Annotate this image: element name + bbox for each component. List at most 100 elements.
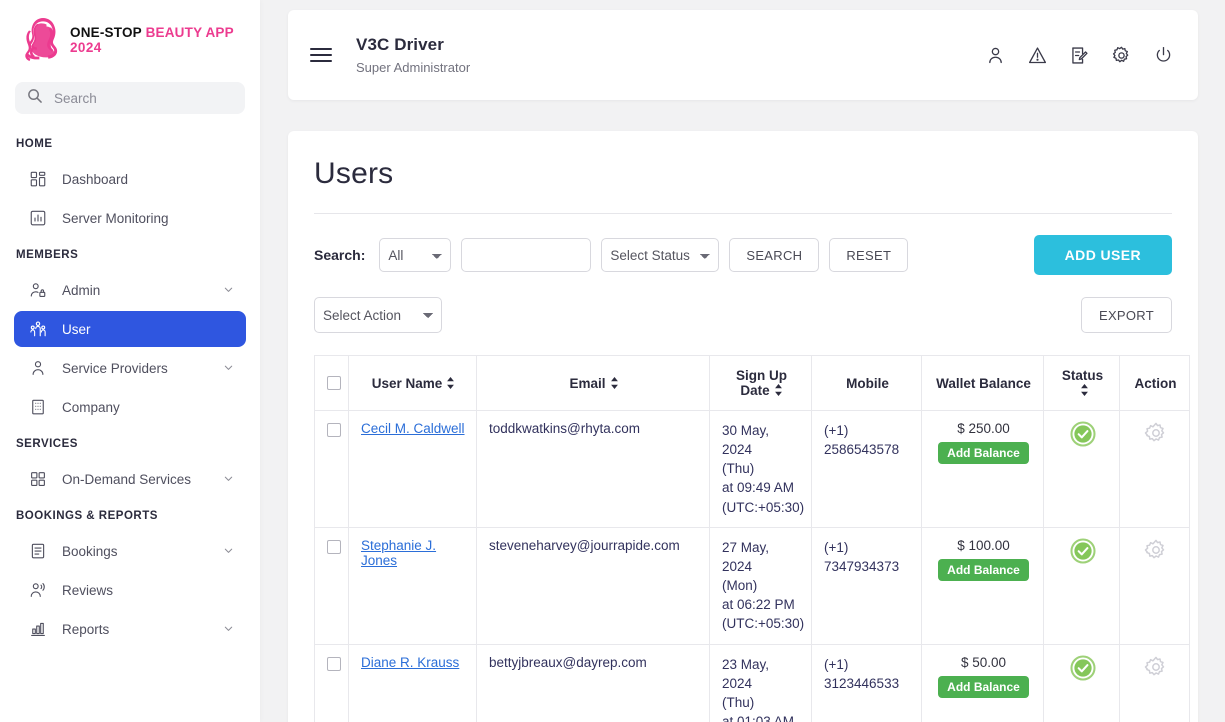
chevron-down-icon[interactable] xyxy=(223,283,234,298)
chevron-down-icon[interactable] xyxy=(223,361,234,376)
mobile-cell: (+1) 3123446533 xyxy=(811,643,922,722)
chevron-down-icon[interactable] xyxy=(223,544,234,559)
sidebar-section-home: HOME xyxy=(16,138,53,150)
profile-icon[interactable] xyxy=(985,45,1006,66)
add-balance-button[interactable]: Add Balance xyxy=(938,558,1029,581)
sidebar-item-company[interactable]: Company xyxy=(14,389,246,425)
signup-date-cell: 27 May, 2024 (Mon) at 06:22 PM (UTC:+05:30) xyxy=(709,526,812,645)
sort-toggle-icon[interactable] xyxy=(1076,383,1089,398)
warning-triangle-icon[interactable] xyxy=(1027,45,1048,66)
search-keyword-input[interactable] xyxy=(461,238,592,272)
sidebar-item-label: Dashboard xyxy=(62,171,129,187)
gear-icon[interactable] xyxy=(1144,421,1168,448)
users-table: User Name Email Sign Up Date Mobile Wallet B… xyxy=(314,355,1190,722)
table-row: Stephanie J. Jones steveneharvey@jourrapi… xyxy=(314,526,1190,645)
add-balance-button[interactable]: Add Balance xyxy=(938,442,1029,464)
edit-document-icon[interactable] xyxy=(1069,45,1090,66)
sidebar-item-label: On-Demand Services xyxy=(62,471,192,487)
app-logo[interactable]: ONE-STOP BEAUTY APP 2024 xyxy=(0,0,260,74)
logo-wordmark: ONE-STOP BEAUTY APP 2024 xyxy=(70,22,234,56)
gear-icon[interactable] xyxy=(1144,655,1168,682)
signup-date-cell: 30 May, 2024 (Thu) at 09:49 AM (UTC:+05:30) xyxy=(709,410,812,528)
column-header-email[interactable]: Email xyxy=(476,355,710,411)
search-type-select[interactable]: All xyxy=(379,238,452,272)
status-select[interactable]: Select Status xyxy=(601,238,720,272)
row-checkbox[interactable] xyxy=(327,656,341,671)
reset-button[interactable]: RESET xyxy=(829,238,909,272)
user-name-link[interactable]: Stephanie J. Jones xyxy=(361,538,436,568)
sidebar-item-label: Company xyxy=(62,399,120,415)
power-icon[interactable] xyxy=(1153,45,1174,66)
app-root: ONE-STOP BEAUTY APP 2024 HOME Dashboard Se… xyxy=(0,0,1225,722)
sidebar-item-label: Reports xyxy=(62,621,110,637)
user-name-link[interactable]: Diane R. Krauss xyxy=(361,655,459,670)
sidebar-item-admin[interactable]: Admin xyxy=(14,272,246,308)
hamburger-icon[interactable] xyxy=(310,44,332,66)
sidebar-item-label: User xyxy=(62,321,91,337)
person-speech-icon xyxy=(28,581,48,599)
sort-toggle-icon[interactable] xyxy=(606,376,619,391)
sidebar-item-user[interactable]: User xyxy=(14,311,246,347)
action-cell xyxy=(1119,643,1190,722)
signup-date-line: at 01:03 AM xyxy=(722,714,795,722)
sidebar-item-server-monitoring[interactable]: Server Monitoring xyxy=(14,200,246,236)
status-cell xyxy=(1043,410,1120,528)
apps-grid-icon xyxy=(28,470,48,488)
logo-year-text: 2024 xyxy=(70,40,102,56)
user-lock-icon xyxy=(28,281,48,299)
check-circle-icon[interactable] xyxy=(1069,538,1096,567)
topbar-titles: V3C Driver Super Administrator xyxy=(356,35,985,75)
gear-icon[interactable] xyxy=(1111,45,1132,66)
column-header-user-name[interactable]: User Name xyxy=(348,355,477,411)
users-card: Users Search: All Select Status SEARCH R… xyxy=(288,131,1198,722)
sidebar-item-reviews[interactable]: Reviews xyxy=(14,572,246,608)
chevron-down-icon[interactable] xyxy=(223,472,234,487)
column-header-label: Action xyxy=(1134,375,1177,391)
signup-date-line: 30 May, 2024 xyxy=(722,423,770,458)
row-select-cell xyxy=(314,643,349,722)
bar-chart-icon xyxy=(28,620,48,638)
wallet-balance-cell: $ 250.00 Add Balance xyxy=(921,410,1044,528)
column-header-status[interactable]: Status xyxy=(1043,355,1120,411)
sidebar-item-service-providers[interactable]: Service Providers xyxy=(14,350,246,386)
mobile-cell: (+1) 7347934373 xyxy=(811,526,922,645)
signup-date-line: 27 May, 2024 xyxy=(722,539,770,574)
user-name-link[interactable]: Cecil M. Caldwell xyxy=(361,421,465,436)
sidebar-item-reports[interactable]: Reports xyxy=(14,611,246,647)
row-checkbox[interactable] xyxy=(327,539,341,554)
check-circle-icon[interactable] xyxy=(1069,421,1096,450)
add-balance-button[interactable]: Add Balance xyxy=(938,675,1029,698)
list-document-icon xyxy=(28,542,48,560)
bar-chart-box-icon xyxy=(28,209,48,227)
column-header-signup-date[interactable]: Sign Up Date xyxy=(709,355,812,411)
sidebar-item-bookings[interactable]: Bookings xyxy=(14,533,246,569)
signup-date-line: (Thu) xyxy=(722,694,755,710)
wallet-amount: $ 250.00 xyxy=(957,421,1010,436)
column-header-label: User Name xyxy=(371,375,443,391)
column-header-label: Status xyxy=(1061,368,1104,383)
gear-icon[interactable] xyxy=(1144,538,1168,565)
email-cell: toddkwatkins@rhyta.com xyxy=(476,410,710,528)
person-icon xyxy=(28,359,48,377)
topbar: V3C Driver Super Administrator xyxy=(288,10,1198,100)
check-circle-icon[interactable] xyxy=(1069,655,1096,684)
export-button[interactable]: EXPORT xyxy=(1080,297,1172,333)
sidebar-item-on-demand-services[interactable]: On-Demand Services xyxy=(14,461,246,497)
table-header-row: User Name Email Sign Up Date Mobile Wallet B… xyxy=(314,355,1190,411)
select-all-checkbox[interactable] xyxy=(327,375,341,390)
add-user-button[interactable]: ADD USER xyxy=(1033,235,1172,275)
sort-toggle-icon[interactable] xyxy=(770,383,783,398)
search-input[interactable] xyxy=(52,89,233,107)
main-area: V3C Driver Super Administrator Users Sea… xyxy=(260,0,1225,722)
bulk-action-select[interactable]: Select Action xyxy=(314,297,442,333)
search-button[interactable]: SEARCH xyxy=(729,238,820,272)
sidebar-search[interactable] xyxy=(15,82,245,114)
sort-toggle-icon[interactable] xyxy=(442,376,455,391)
chevron-down-icon[interactable] xyxy=(223,622,234,637)
row-checkbox[interactable] xyxy=(327,423,341,437)
column-header-wallet-balance: Wallet Balance xyxy=(921,355,1044,411)
mobile-number: 2586543578 xyxy=(824,442,900,458)
user-name-cell: Stephanie J. Jones xyxy=(348,526,477,645)
column-header-label: Wallet Balance xyxy=(936,375,1031,391)
sidebar-item-dashboard[interactable]: Dashboard xyxy=(14,161,246,197)
